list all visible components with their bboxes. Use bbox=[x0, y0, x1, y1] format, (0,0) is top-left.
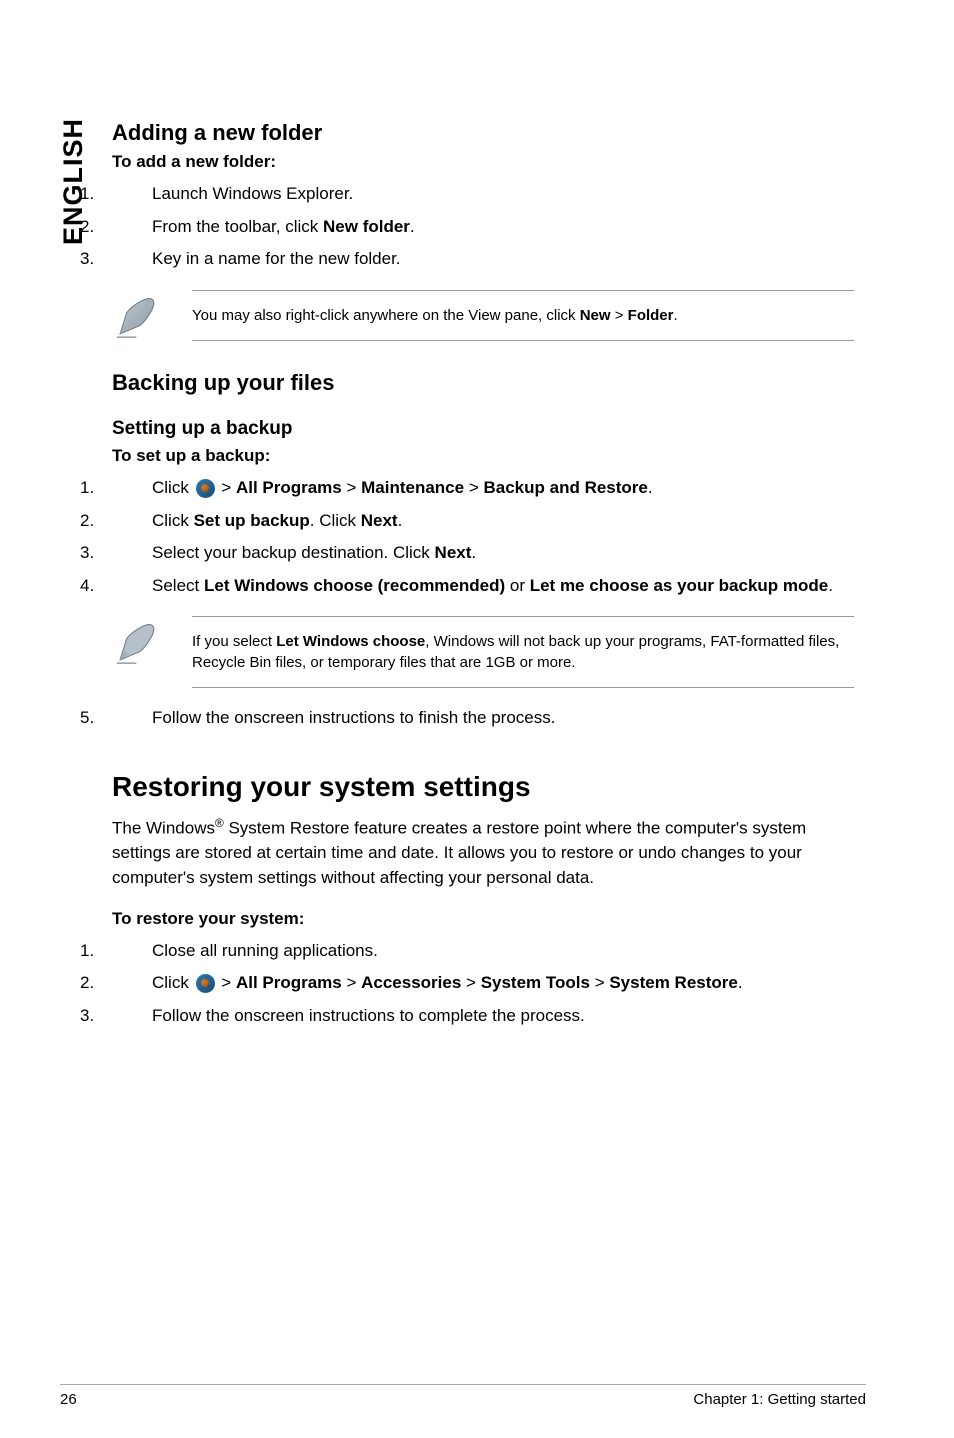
steps-backup: 1.Click > All Programs > Maintenance > B… bbox=[112, 476, 854, 599]
steps-restore: 1.Close all running applications. 2.Clic… bbox=[112, 939, 854, 1029]
steps-add-folder: 1.Launch Windows Explorer. 2.From the to… bbox=[112, 182, 854, 272]
heading-adding-folder: Adding a new folder bbox=[112, 120, 854, 146]
heading-backup: Backing up your files bbox=[112, 370, 854, 396]
main-content: Adding a new folder To add a new folder:… bbox=[112, 120, 854, 1029]
note-add-folder: You may also right-click anywhere on the… bbox=[112, 290, 854, 342]
steps-backup-cont: 5.Follow the onscreen instructions to fi… bbox=[112, 706, 854, 731]
page-number: 26 bbox=[60, 1391, 77, 1408]
step: 3.Follow the onscreen instructions to co… bbox=[112, 1004, 854, 1029]
start-menu-icon bbox=[196, 974, 215, 993]
start-menu-icon bbox=[196, 479, 215, 498]
note-text: You may also right-click anywhere on the… bbox=[192, 291, 854, 340]
page-footer: 26 Chapter 1: Getting started bbox=[60, 1384, 866, 1408]
note-backup: If you select Let Windows choose, Window… bbox=[112, 616, 854, 688]
step: 1.Close all running applications. bbox=[112, 939, 854, 964]
restore-body: The Windows® System Restore feature crea… bbox=[112, 815, 854, 891]
pencil-icon bbox=[112, 616, 164, 668]
chapter-label: Chapter 1: Getting started bbox=[693, 1391, 866, 1408]
step: 2.Click Set up backup. Click Next. bbox=[112, 509, 854, 534]
pencil-icon bbox=[112, 290, 164, 342]
step: 4.Select Let Windows choose (recommended… bbox=[112, 574, 854, 599]
subhead-restore: To restore your system: bbox=[112, 909, 854, 929]
subhead-setup-backup: To set up a backup: bbox=[112, 446, 854, 466]
step: 5.Follow the onscreen instructions to fi… bbox=[112, 706, 854, 731]
step: 2.From the toolbar, click New folder. bbox=[112, 215, 854, 240]
language-tab: ENGLISH bbox=[58, 118, 89, 245]
heading-restore: Restoring your system settings bbox=[112, 771, 854, 803]
step: 2.Click > All Programs > Accessories > S… bbox=[112, 971, 854, 996]
step: 3.Select your backup destination. Click … bbox=[112, 541, 854, 566]
note-text: If you select Let Windows choose, Window… bbox=[192, 617, 854, 687]
step: 1.Launch Windows Explorer. bbox=[112, 182, 854, 207]
subhead-add-folder: To add a new folder: bbox=[112, 152, 854, 172]
step: 1.Click > All Programs > Maintenance > B… bbox=[112, 476, 854, 501]
step: 3.Key in a name for the new folder. bbox=[112, 247, 854, 272]
subheading-setting-backup: Setting up a backup bbox=[112, 418, 854, 440]
